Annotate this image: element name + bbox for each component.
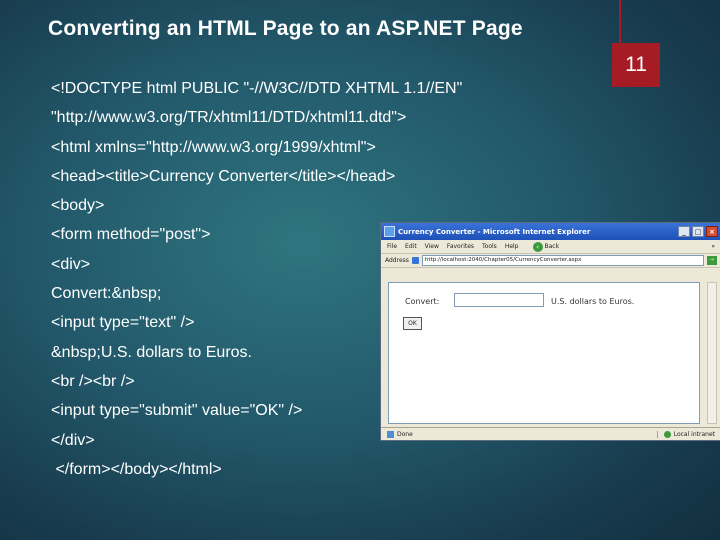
slide-accent-rule: [619, 0, 621, 43]
dollars-label: U.S. dollars to Euros.: [551, 297, 635, 306]
menu-edit[interactable]: Edit: [405, 243, 417, 250]
browser-addressbar: Address http://localhost:2040/Chapter05/…: [381, 254, 720, 268]
browser-screenshot: Currency Converter - Microsoft Internet …: [380, 222, 720, 441]
intranet-zone-icon: [663, 430, 671, 438]
browser-page-content: Convert: U.S. dollars to Euros. OK: [388, 282, 700, 424]
status-page-icon: [387, 430, 394, 438]
status-text: Done: [397, 430, 413, 438]
code-line: <body>: [51, 197, 105, 215]
code-line: <head><title>Currency Converter</title><…: [51, 167, 396, 185]
back-arrow-icon: ‹: [532, 241, 543, 252]
zone-label: Local intranet: [673, 430, 715, 438]
browser-statusbar: Done Local intranet: [381, 427, 720, 440]
back-button-label: Back: [544, 243, 560, 250]
code-line: </form></body></html>: [51, 460, 222, 478]
address-input[interactable]: http://localhost:2040/Chapter05/Currency…: [421, 255, 704, 266]
menu-help[interactable]: Help: [505, 243, 519, 250]
convert-label: Convert:: [405, 297, 440, 306]
address-label: Address: [385, 257, 409, 264]
ok-button[interactable]: OK: [403, 317, 422, 330]
amount-input[interactable]: [454, 293, 544, 307]
menu-tools[interactable]: Tools: [482, 243, 497, 250]
close-icon[interactable]: ×: [706, 226, 718, 237]
menu-file[interactable]: File: [387, 243, 397, 250]
security-zone: Local intranet: [656, 430, 715, 438]
back-button[interactable]: ‹ Back: [532, 241, 560, 252]
menu-view[interactable]: View: [425, 243, 439, 250]
browser-window-title: Currency Converter - Microsoft Internet …: [398, 227, 591, 236]
toolbar-overflow-icon[interactable]: »: [711, 243, 715, 250]
slide-title: Converting an HTML Page to an ASP.NET Pa…: [48, 17, 523, 40]
browser-menubar: File Edit View Favorites Tools Help ‹ Ba…: [381, 240, 720, 254]
browser-titlebar: Currency Converter - Microsoft Internet …: [381, 223, 720, 240]
ie-logo-icon: [384, 226, 395, 237]
code-line: <html xmlns="http://www.w3.org/1999/xhtm…: [51, 138, 376, 156]
minimize-icon[interactable]: _: [678, 226, 690, 237]
vertical-scrollbar[interactable]: [707, 282, 717, 424]
code-line: <!DOCTYPE html PUBLIC "-//W3C//DTD XHTML…: [51, 80, 463, 97]
maximize-icon[interactable]: □: [692, 226, 704, 237]
slide-number: 11: [612, 43, 660, 87]
code-line: "http://www.w3.org/TR/xhtml11/DTD/xhtml1…: [51, 109, 407, 127]
go-arrow-icon[interactable]: →: [707, 256, 717, 265]
menu-favorites[interactable]: Favorites: [447, 243, 474, 250]
page-icon: [411, 257, 419, 264]
